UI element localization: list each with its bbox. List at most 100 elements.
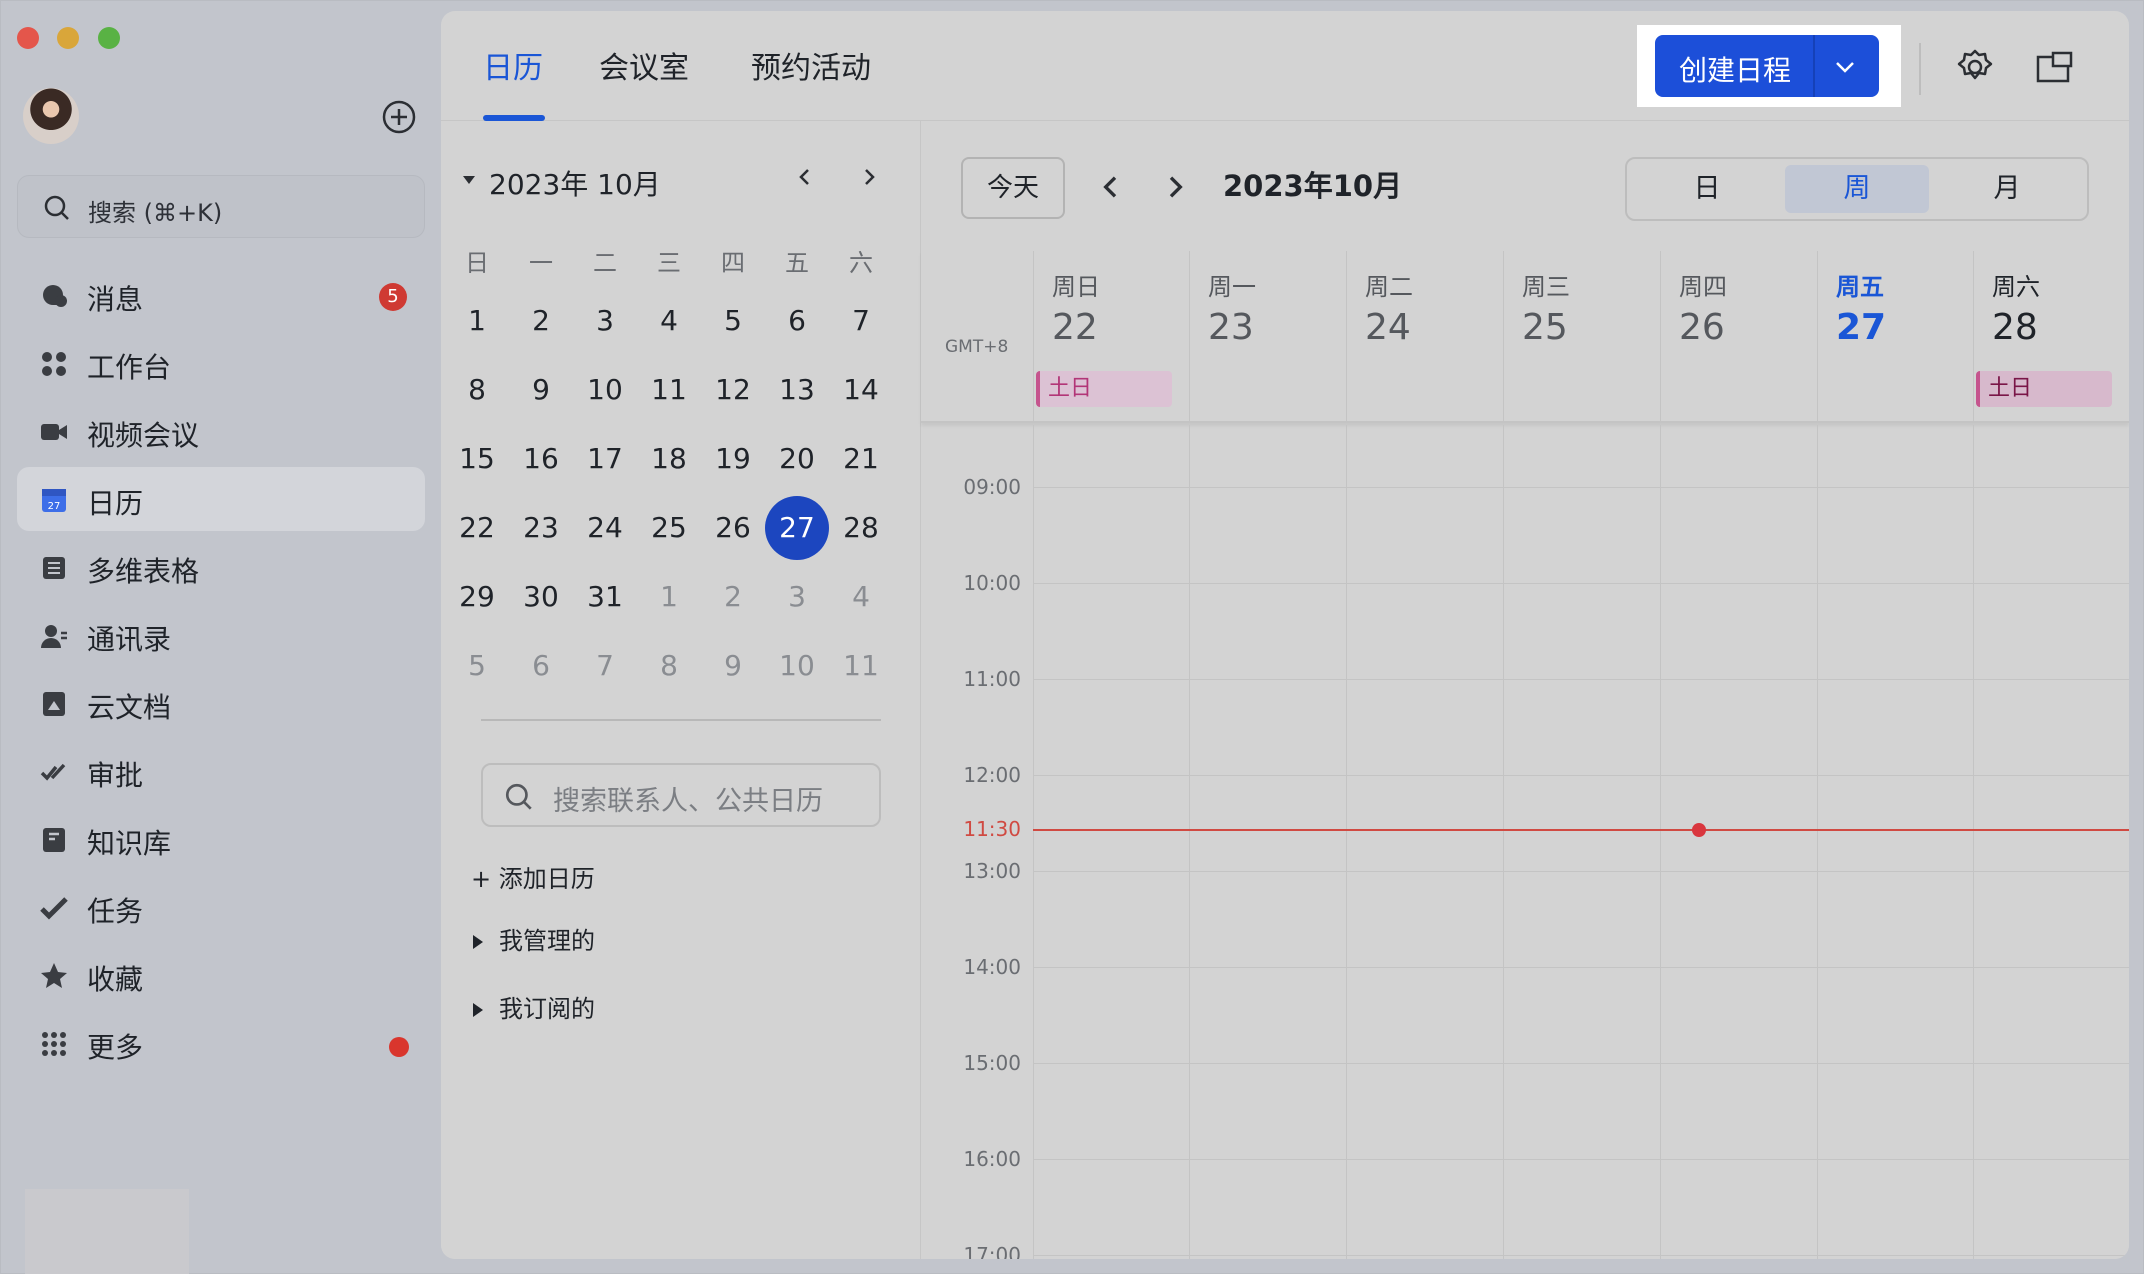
minimize-window-button[interactable] [57, 27, 79, 49]
collapse-triangle-icon[interactable] [461, 173, 477, 187]
day-number: 23 [1208, 307, 1254, 348]
hour-label: 16:00 [963, 1147, 1021, 1171]
hour-label: 10:00 [963, 571, 1021, 595]
mini-calendar-day[interactable]: 7 [829, 289, 893, 353]
mini-calendar-day[interactable]: 3 [765, 565, 829, 629]
day-column-header[interactable]: 周日 22 土日 [1033, 251, 1189, 423]
mini-calendar-day[interactable]: 20 [765, 427, 829, 491]
group-managed[interactable]: 我管理的 [473, 921, 595, 956]
tab-booking-events[interactable]: 预约活动 [751, 43, 871, 87]
mini-calendar-day[interactable]: 21 [829, 427, 893, 491]
mini-calendar-day[interactable]: 5 [445, 634, 509, 698]
sidebar-item-approval[interactable]: 审批 [17, 739, 425, 803]
all-day-event[interactable]: 土日 [1036, 371, 1172, 407]
sidebar-item-task[interactable]: 任务 [17, 875, 425, 939]
mini-calendar-day[interactable]: 27 [765, 496, 829, 560]
hour-line [1033, 871, 2129, 872]
tab-meeting-rooms[interactable]: 会议室 [599, 43, 689, 87]
mini-calendar-day[interactable]: 2 [509, 289, 573, 353]
day-column-header[interactable]: 周一 23 [1189, 251, 1345, 423]
mini-calendar-day[interactable]: 2 [701, 565, 765, 629]
gear-icon[interactable] [1955, 47, 1995, 87]
sidebar-item-table[interactable]: 多维表格 [17, 535, 425, 599]
mini-calendar-day[interactable]: 1 [445, 289, 509, 353]
mini-calendar-day[interactable]: 12 [701, 358, 765, 422]
sidebar-item-document[interactable]: 云文档 [17, 671, 425, 735]
day-column-header[interactable]: 周四 26 [1660, 251, 1816, 423]
mini-calendar-day[interactable]: 6 [509, 634, 573, 698]
sidebar-item-star[interactable]: 收藏 [17, 943, 425, 1007]
weekday-name: 周一 [1208, 273, 1256, 301]
day-divider [1817, 425, 1818, 1259]
day-column-header[interactable]: 周六 28 土日 [1973, 251, 2129, 423]
mini-calendar-day[interactable]: 8 [445, 358, 509, 422]
mini-calendar-day[interactable]: 4 [829, 565, 893, 629]
mini-calendar-day[interactable]: 29 [445, 565, 509, 629]
mini-calendar-day[interactable]: 11 [637, 358, 701, 422]
chevron-right-icon[interactable] [1159, 171, 1191, 203]
sidebar-item-knowledge-base[interactable]: 知识库 [17, 807, 425, 871]
chevron-left-icon[interactable] [1095, 171, 1127, 203]
mini-calendar-day[interactable]: 14 [829, 358, 893, 422]
mini-calendar-day[interactable]: 7 [573, 634, 637, 698]
mini-calendar-day[interactable]: 5 [701, 289, 765, 353]
view-day-button[interactable]: 日 [1635, 165, 1779, 213]
mini-calendar-day[interactable]: 3 [573, 289, 637, 353]
chevron-down-icon[interactable] [1831, 53, 1859, 81]
mini-calendar-day[interactable]: 23 [509, 496, 573, 560]
create-event-button[interactable]: 创建日程 [1655, 35, 1879, 97]
mini-calendar-day[interactable]: 9 [509, 358, 573, 422]
popout-window-icon[interactable] [2035, 49, 2075, 85]
chevron-left-icon[interactable] [793, 165, 817, 189]
day-column-header[interactable]: 周二 24 [1346, 251, 1502, 423]
mini-calendar-day[interactable]: 4 [637, 289, 701, 353]
sidebar-item-workspace[interactable]: 工作台 [17, 331, 425, 395]
mini-calendar-day[interactable]: 28 [829, 496, 893, 560]
all-day-event[interactable]: 土日 [1976, 371, 2112, 407]
search-input[interactable]: 搜索 (⌘+K) [17, 175, 425, 238]
avatar[interactable] [23, 88, 79, 144]
mini-calendar-day[interactable]: 8 [637, 634, 701, 698]
sidebar-item-more[interactable]: 更多 [17, 1011, 425, 1075]
add-calendar-link[interactable]: + 添加日历 [471, 859, 595, 894]
mini-calendar-day[interactable]: 6 [765, 289, 829, 353]
mini-calendar-day[interactable]: 24 [573, 496, 637, 560]
mini-calendar-day[interactable]: 25 [637, 496, 701, 560]
zoom-window-button[interactable] [98, 27, 120, 49]
view-month-button[interactable]: 月 [1935, 165, 2079, 213]
mini-calendar-day[interactable]: 1 [637, 565, 701, 629]
sidebar-item-calendar[interactable]: 27 日历 [17, 467, 425, 531]
hour-label: 17:00 [963, 1243, 1021, 1259]
group-subscribed[interactable]: 我订阅的 [473, 989, 595, 1024]
mini-calendar-day[interactable]: 9 [701, 634, 765, 698]
mini-calendar-day[interactable]: 16 [509, 427, 573, 491]
mini-calendar-day[interactable]: 19 [701, 427, 765, 491]
chevron-right-icon[interactable] [857, 165, 881, 189]
mini-calendar-day[interactable]: 11 [829, 634, 893, 698]
mini-calendar-day[interactable]: 13 [765, 358, 829, 422]
contact-calendar-search-input[interactable]: 搜索联系人、公共日历 [481, 763, 881, 827]
mini-calendar-day[interactable]: 17 [573, 427, 637, 491]
day-column-header[interactable]: 周三 25 [1503, 251, 1659, 423]
sidebar-item-video-meeting[interactable]: 视频会议 [17, 399, 425, 463]
day-column-header[interactable]: 周五 27 [1817, 251, 1973, 423]
tab-calendar[interactable]: 日历 [483, 43, 543, 87]
sidebar-item-message[interactable]: 消息 5 [17, 263, 425, 327]
mini-calendar-day[interactable]: 22 [445, 496, 509, 560]
weekday-label: 一 [529, 249, 553, 277]
mini-calendar-day[interactable]: 10 [765, 634, 829, 698]
day-divider [1346, 425, 1347, 1259]
mini-calendar-day[interactable]: 10 [573, 358, 637, 422]
mini-calendar-day[interactable]: 18 [637, 427, 701, 491]
mini-calendar-day[interactable]: 30 [509, 565, 573, 629]
today-button[interactable]: 今天 [961, 157, 1065, 219]
hour-line [1033, 775, 2129, 776]
mini-calendar-day[interactable]: 26 [701, 496, 765, 560]
view-week-button[interactable]: 周 [1785, 165, 1929, 213]
sidebar-item-contacts[interactable]: 通讯录 [17, 603, 425, 667]
close-window-button[interactable] [17, 27, 39, 49]
add-button[interactable] [381, 99, 417, 135]
mini-calendar-day[interactable]: 31 [573, 565, 637, 629]
mini-calendar-day[interactable]: 15 [445, 427, 509, 491]
hour-line [1033, 1063, 2129, 1064]
